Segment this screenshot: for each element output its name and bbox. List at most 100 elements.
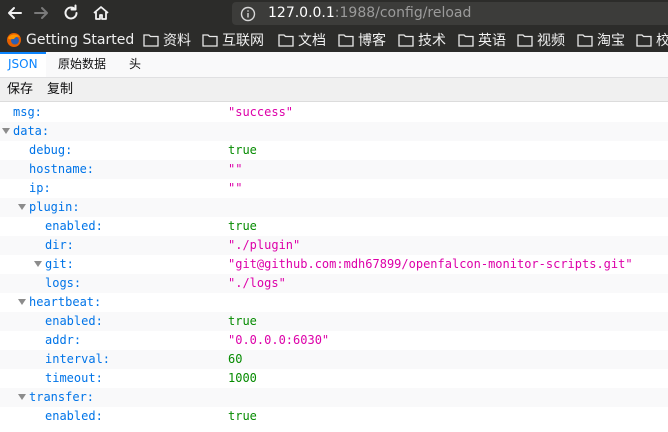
copy-button[interactable]: 复制 [45, 81, 75, 99]
json-key: dir: [45, 238, 74, 252]
json-value: 1000 [228, 371, 257, 385]
expand-triangle-icon[interactable] [18, 204, 26, 210]
json-row[interactable]: plugin: [0, 198, 668, 217]
json-key: enabled: [45, 409, 103, 423]
json-row[interactable]: git: "git@github.com:mdh67899/openfalcon-… [0, 255, 668, 274]
save-button[interactable]: 保存 [5, 81, 35, 99]
json-row: timeout: 1000 [0, 369, 668, 388]
json-key: enabled: [45, 314, 103, 328]
json-row: debug: true [0, 141, 668, 160]
json-key: hostname: [29, 162, 95, 176]
url-path: :1988/config/reload [334, 5, 472, 21]
json-row: hostname: "" [0, 160, 668, 179]
json-key: timeout: [45, 371, 103, 385]
bookmark-folder-wendang[interactable]: 文档 [278, 30, 326, 49]
expand-triangle-icon[interactable] [2, 128, 10, 134]
bookmark-folder-yingyu[interactable]: 英语 [458, 30, 506, 49]
info-icon[interactable] [240, 6, 256, 26]
folder-icon [398, 33, 414, 47]
folder-icon [143, 33, 159, 47]
json-row: addr: "0.0.0.0:6030" [0, 331, 668, 350]
bookmark-folder-xiao[interactable]: 校 [636, 30, 668, 49]
home-icon[interactable] [90, 2, 112, 24]
tab-raw-data[interactable]: 原始数据 [50, 52, 114, 77]
json-row: enabled: true [0, 407, 668, 426]
json-row: logs: "./logs" [0, 274, 668, 293]
navigation-bar: 127.0.0.1:1988/config/reload [0, 0, 668, 27]
address-bar[interactable]: 127.0.0.1:1988/config/reload [232, 2, 668, 25]
json-row: ip: "" [0, 179, 668, 198]
bookmark-folder-jishu[interactable]: 技术 [398, 30, 446, 49]
expand-triangle-icon[interactable] [34, 261, 42, 267]
bookmarks-toolbar: Getting Started 资料 互联网 文档 博客 技术 英语 视频 淘宝… [0, 27, 668, 52]
bookmark-label: 英语 [478, 32, 506, 49]
folder-icon [202, 33, 218, 47]
bookmark-folder-ziliao[interactable]: 资料 [143, 30, 191, 49]
bookmark-label: 技术 [418, 32, 446, 49]
folder-icon [577, 33, 593, 47]
json-value: true [228, 143, 257, 157]
tab-headers[interactable]: 头 [121, 52, 149, 77]
folder-icon [338, 33, 354, 47]
json-key: addr: [45, 333, 82, 347]
json-row: enabled: true [0, 312, 668, 331]
bookmark-label: 博客 [358, 32, 386, 49]
bookmark-label: Getting Started [26, 31, 135, 48]
bookmark-getting-started[interactable]: Getting Started [6, 30, 134, 49]
json-value: true [228, 219, 257, 233]
json-value: "./plugin" [228, 238, 301, 252]
bookmark-folder-taobao[interactable]: 淘宝 [577, 30, 625, 49]
reload-icon[interactable] [60, 2, 82, 24]
json-key: ip: [29, 181, 51, 195]
json-key: git: [45, 257, 74, 271]
bookmark-folder-shipin[interactable]: 视频 [517, 30, 565, 49]
json-key: msg: [13, 105, 42, 119]
bookmark-folder-boke[interactable]: 博客 [338, 30, 386, 49]
bookmark-label: 资料 [163, 32, 191, 49]
json-row[interactable]: data: [0, 122, 668, 141]
tab-json[interactable]: JSON [0, 52, 46, 77]
json-key: interval: [45, 352, 111, 366]
json-key: transfer: [29, 390, 95, 404]
viewer-tabs: JSON 原始数据 头 [0, 52, 668, 78]
forward-arrow-icon[interactable] [30, 2, 52, 24]
bookmark-folder-hulianwang[interactable]: 互联网 [202, 30, 264, 49]
folder-icon [458, 33, 474, 47]
bookmark-label: 文档 [298, 32, 326, 49]
json-toolbar: 保存 复制 [0, 78, 668, 102]
bookmark-label: 视频 [537, 32, 565, 49]
json-value: true [228, 314, 257, 328]
json-key: heartbeat: [29, 295, 102, 309]
url-host: 127.0.0.1 [268, 5, 335, 21]
json-value: "git@github.com:mdh67899/openfalcon-moni… [228, 257, 633, 271]
json-value: "0.0.0.0:6030" [228, 333, 330, 347]
bookmark-label: 淘宝 [597, 32, 625, 49]
json-row: interval: 60 [0, 350, 668, 369]
json-value: "success" [228, 105, 294, 119]
json-value: true [228, 409, 257, 423]
json-key: data: [13, 124, 50, 138]
json-key: debug: [29, 143, 73, 157]
json-row: enabled: true [0, 217, 668, 236]
bookmark-label: 互联网 [222, 32, 264, 49]
json-value: "" [228, 162, 243, 176]
json-value: "./logs" [228, 276, 286, 290]
json-row: msg: "success" [0, 103, 668, 122]
expand-triangle-icon[interactable] [18, 299, 26, 305]
json-key: plugin: [29, 200, 80, 214]
folder-icon [278, 33, 294, 47]
json-value: "" [228, 181, 243, 195]
json-key: enabled: [45, 219, 103, 233]
json-row: dir: "./plugin" [0, 236, 668, 255]
back-arrow-icon[interactable] [4, 2, 26, 24]
expand-triangle-icon[interactable] [18, 394, 26, 400]
folder-icon [517, 33, 533, 47]
folder-icon [636, 33, 652, 47]
json-value: 60 [228, 352, 243, 366]
json-key: logs: [45, 276, 82, 290]
json-row[interactable]: transfer: [0, 388, 668, 407]
firefox-icon [7, 32, 21, 47]
url-text[interactable]: 127.0.0.1:1988/config/reload [268, 5, 471, 21]
json-row[interactable]: heartbeat: [0, 293, 668, 312]
json-tree: msg: "success" data: debug: true hostname: "" i… [0, 102, 668, 432]
